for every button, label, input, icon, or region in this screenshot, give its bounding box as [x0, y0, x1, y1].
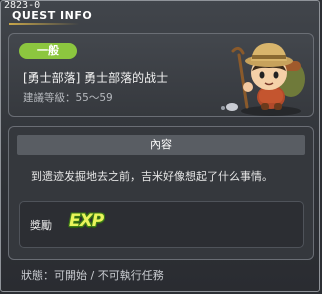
- content-description: 到遗迹发掘地去之前，吉米好像想起了什么事情。: [31, 170, 273, 183]
- exp-icon: EXP: [69, 211, 104, 231]
- quest-status: 狀態：可開始 / 不可執行任務: [21, 269, 164, 282]
- title-underline: [9, 23, 79, 25]
- reward-box: 獎勵 EXP: [19, 201, 304, 248]
- content-header: 內容: [17, 135, 305, 155]
- quest-category-badge: 一般: [19, 43, 77, 59]
- quest-summary-panel: 一般 [勇士部落] 勇士部落的战士 建議等級：55～59: [8, 33, 314, 117]
- window-title: QUEST INFO: [12, 9, 93, 22]
- quest-info-window: 2823-0 QUEST INFO 一般 [勇士部落] 勇士部落的战士 建議等級…: [0, 0, 320, 292]
- quest-content-panel: 內容 到遗迹发掘地去之前，吉米好像想起了什么事情。 獎勵 EXP: [8, 126, 314, 260]
- quest-recommended-level: 建議等級：55～59: [23, 92, 113, 104]
- reward-label: 獎勵: [30, 219, 52, 232]
- quest-name: [勇士部落] 勇士部落的战士: [23, 71, 169, 85]
- npc-explorer-icon: [221, 43, 305, 116]
